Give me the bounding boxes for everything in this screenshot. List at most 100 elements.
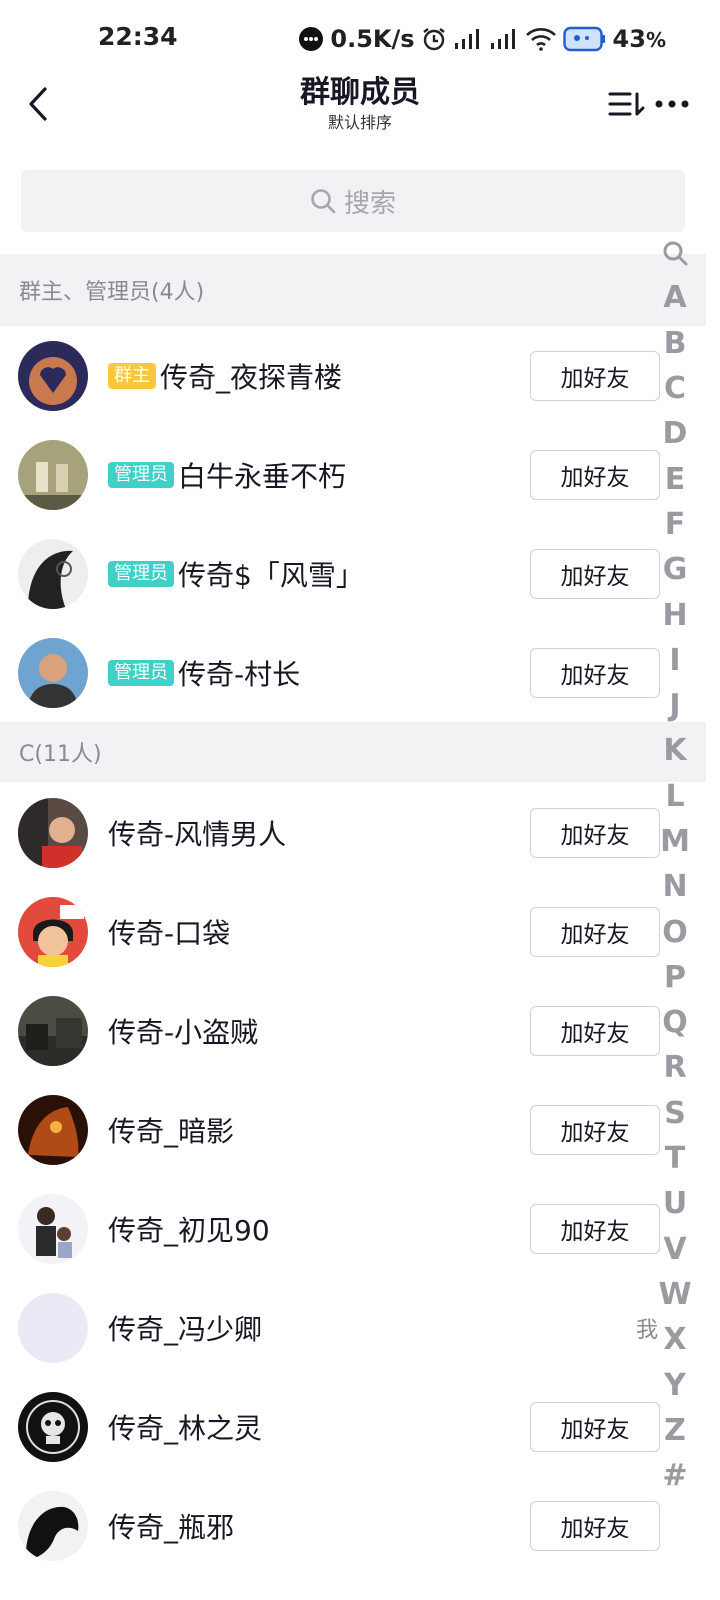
member-name: 传奇_暗影	[108, 1114, 235, 1148]
alpha-index-item[interactable]: P	[655, 955, 695, 1000]
battery-icon	[562, 26, 607, 52]
member-name-group: 群主 传奇_夜探青楼	[108, 326, 342, 425]
avatar	[18, 1293, 88, 1363]
avatar	[18, 341, 88, 411]
alpha-index-item[interactable]: Y	[655, 1362, 695, 1407]
alpha-index-item[interactable]: B	[655, 321, 695, 366]
member-row[interactable]: 传奇_初见90 加好友	[0, 1179, 660, 1278]
alpha-index-item[interactable]: #	[655, 1453, 695, 1498]
member-name: 传奇_林之灵	[108, 1411, 263, 1445]
avatar	[18, 638, 88, 708]
alpha-index-item[interactable]: Z	[655, 1408, 695, 1453]
alpha-index-item[interactable]: W	[655, 1272, 695, 1317]
alpha-index-item[interactable]: A	[655, 275, 695, 320]
alpha-index-item[interactable]: X	[655, 1317, 695, 1362]
member-name-group: 管理员 传奇$「风雪」	[108, 524, 364, 623]
alpha-index-item[interactable]: S	[655, 1091, 695, 1136]
signal-icon	[453, 27, 483, 51]
member-name-group: 传奇_冯少卿	[108, 1278, 262, 1377]
status-time: 22:34	[98, 22, 178, 51]
alpha-index-search-icon[interactable]	[655, 230, 695, 275]
member-row[interactable]: 管理员 传奇$「风雪」 加好友	[0, 524, 660, 623]
add-friend-button[interactable]: 加好友	[530, 1105, 660, 1155]
member-name: 传奇-口袋	[108, 916, 231, 950]
sort-button[interactable]	[606, 84, 648, 124]
member-name-group: 传奇-小盗贼	[108, 981, 258, 1080]
admin-badge: 管理员	[108, 659, 174, 686]
alpha-index-item[interactable]: I	[655, 638, 695, 683]
alpha-index-item[interactable]: O	[655, 909, 695, 954]
member-name-group: 传奇_暗影	[108, 1080, 234, 1179]
avatar	[18, 798, 88, 868]
avatar	[18, 1491, 88, 1561]
member-name-group: 管理员 传奇-村长	[108, 623, 300, 722]
add-friend-button[interactable]: 加好友	[530, 808, 660, 858]
member-name-group: 传奇-口袋	[108, 882, 230, 981]
alpha-index-item[interactable]: T	[655, 1136, 695, 1181]
alpha-index-item[interactable]: Q	[655, 1000, 695, 1045]
alpha-index-item[interactable]: J	[655, 683, 695, 728]
admin-badge: 管理员	[108, 461, 174, 488]
owner-badge: 群主	[108, 362, 156, 389]
avatar	[18, 1095, 88, 1165]
alpha-index-item[interactable]: L	[655, 774, 695, 819]
battery-percent-unit: %	[645, 28, 666, 52]
member-row[interactable]: 传奇_瓶邪 加好友	[0, 1476, 660, 1575]
member-row[interactable]: 传奇_林之灵 加好友	[0, 1377, 660, 1476]
member-row[interactable]: 传奇-小盗贼 加好友	[0, 981, 660, 1080]
search-icon	[311, 189, 336, 214]
member-row[interactable]: 群主 传奇_夜探青楼 加好友	[0, 326, 660, 425]
battery-percent: 43	[612, 25, 646, 53]
add-friend-button[interactable]: 加好友	[530, 1501, 660, 1551]
alphabet-index[interactable]: A B C D E F G H I J K L M N O P Q R S T …	[655, 230, 695, 1498]
add-friend-button[interactable]: 加好友	[530, 351, 660, 401]
member-name: 传奇_瓶邪	[108, 1510, 235, 1544]
member-name: 传奇-风情男人	[108, 817, 287, 851]
alpha-index-item[interactable]: F	[655, 502, 695, 547]
alpha-index-item[interactable]: R	[655, 1045, 695, 1090]
member-name-group: 传奇_林之灵	[108, 1377, 262, 1476]
alpha-index-item[interactable]: N	[655, 864, 695, 909]
member-name: 传奇_冯少卿	[108, 1312, 263, 1346]
member-row[interactable]: 管理员 传奇-村长 加好友	[0, 623, 660, 722]
member-name-group: 传奇_瓶邪	[108, 1476, 234, 1575]
alpha-index-item[interactable]: G	[655, 547, 695, 592]
member-name: 传奇_夜探青楼	[160, 360, 343, 394]
alpha-index-item[interactable]: V	[655, 1227, 695, 1272]
alpha-index-item[interactable]: H	[655, 592, 695, 637]
alpha-index-item[interactable]: C	[655, 366, 695, 411]
status-icons: 0.5K/s 43%	[298, 22, 666, 56]
member-name: 白牛永垂不朽	[178, 459, 347, 493]
signal-icon-2	[489, 27, 519, 51]
add-friend-button[interactable]: 加好友	[530, 450, 660, 500]
add-friend-button[interactable]: 加好友	[530, 549, 660, 599]
status-bar: 22:34 0.5K/s 43%	[0, 0, 720, 80]
alpha-index-item[interactable]: U	[655, 1181, 695, 1226]
add-friend-button[interactable]: 加好友	[530, 1006, 660, 1056]
add-friend-button[interactable]: 加好友	[530, 907, 660, 957]
app-notification-icon	[298, 26, 324, 52]
member-row[interactable]: 管理员 白牛永垂不朽 加好友	[0, 425, 660, 524]
sort-icon	[608, 92, 645, 116]
add-friend-button[interactable]: 加好友	[530, 648, 660, 698]
member-row[interactable]: 传奇-风情男人 加好友	[0, 783, 660, 882]
member-row-self[interactable]: 传奇_冯少卿 我	[0, 1278, 660, 1377]
search-input[interactable]: 搜索	[21, 170, 685, 232]
avatar	[18, 539, 88, 609]
member-row[interactable]: 传奇-口袋 加好友	[0, 882, 660, 981]
add-friend-button[interactable]: 加好友	[530, 1204, 660, 1254]
alpha-index-item[interactable]: E	[655, 456, 695, 501]
member-row[interactable]: 传奇_暗影 加好友	[0, 1080, 660, 1179]
member-name-group: 管理员 白牛永垂不朽	[108, 425, 346, 524]
add-friend-button[interactable]: 加好友	[530, 1402, 660, 1452]
alpha-index-item[interactable]: M	[655, 819, 695, 864]
net-speed: 0.5K/s	[330, 25, 415, 53]
alarm-icon	[421, 26, 447, 52]
nav-bar: 群聊成员 默认排序	[0, 70, 720, 144]
section-header-admins: 群主、管理员(4人)	[0, 254, 706, 326]
alpha-index-item[interactable]: D	[655, 411, 695, 456]
avatar	[18, 440, 88, 510]
alpha-index-item[interactable]: K	[655, 728, 695, 773]
member-name: 传奇-村长	[178, 657, 301, 691]
more-button[interactable]	[652, 84, 692, 124]
